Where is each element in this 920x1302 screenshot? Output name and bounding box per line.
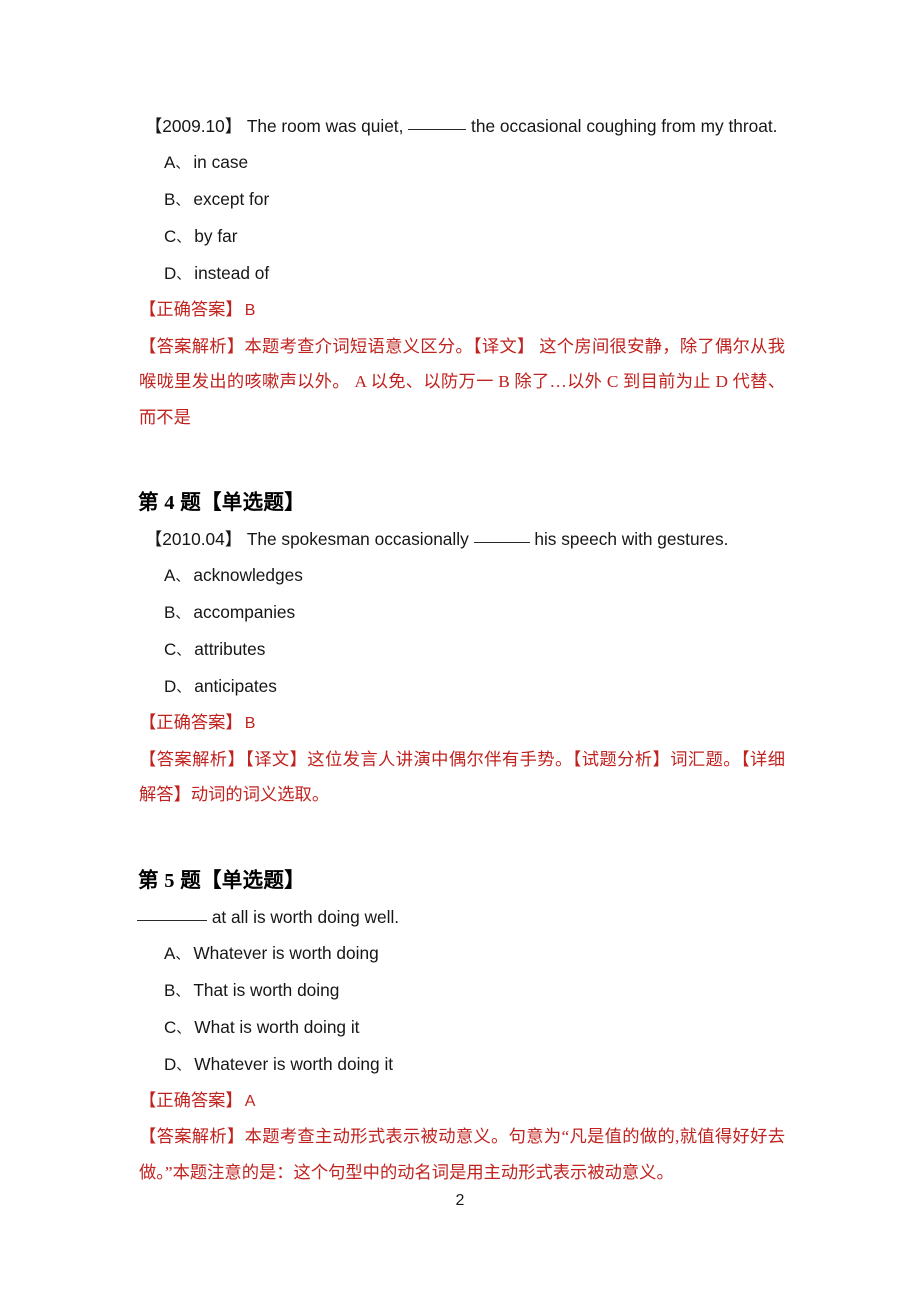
option-text-d-4: anticipates: [194, 676, 277, 696]
section-gap-2: [137, 813, 785, 863]
option-separator-d-3: 、: [176, 266, 191, 282]
answer-analysis-5: 【答案解析】本题考查主动形式表示被动意义。句意为“凡是值的做的,就值得好好去做。…: [139, 1127, 785, 1182]
option-item-a-3[interactable]: A、 in case: [137, 144, 785, 181]
correct-answer-letter-4: B: [244, 715, 256, 732]
question-stem-text-after-4: his speech with gestures.: [534, 529, 729, 549]
question-stem-text-before-3: The room was quiet,: [246, 116, 404, 136]
option-item-b-5[interactable]: B、 That is worth doing: [137, 972, 785, 1009]
answer-analysis-4: 【答案解析】【译文】这位发言人讲演中偶尔伴有手势。【试题分析】词汇题。【详细解答…: [139, 749, 785, 805]
option-letter-d-3: D: [164, 264, 177, 283]
correct-answer-label-5: 【正确答案】: [139, 1090, 243, 1110]
option-text-a-5: Whatever is worth doing: [193, 942, 379, 963]
option-separator-a-3: 、: [175, 155, 190, 171]
question-block-5: 第 5 题【单选题】 at all is worth doing well. A…: [137, 863, 785, 1191]
question-stem-text-after-5: at all is worth doing well.: [211, 906, 400, 927]
option-letter-d-4: D: [164, 677, 177, 696]
section-gap-1: [137, 435, 785, 485]
option-text-d-3: instead of: [194, 263, 270, 283]
option-item-a-4[interactable]: A、 acknowledges: [137, 557, 785, 594]
option-letter-b-5: B: [164, 980, 176, 1000]
option-letter-a-3: A: [164, 153, 176, 172]
question-heading-4: 第 4 题【单选题】: [138, 492, 305, 514]
answer-blank-3: [408, 129, 467, 130]
option-item-d-5[interactable]: D、 Whatever is worth doing it: [137, 1046, 785, 1083]
correct-answer-4: 【正确答案】 B: [137, 705, 785, 742]
option-letter-c-3: C: [164, 227, 177, 246]
option-text-b-5: That is worth doing: [193, 979, 340, 1000]
question-block-3: 【2009.10】 The room was quiet, the occasi…: [137, 108, 785, 435]
options-list-4: A、 acknowledges B、 accompanies C、 attribute…: [137, 557, 785, 705]
option-text-d-5: Whatever is worth doing it: [194, 1053, 394, 1074]
option-letter-a-4: A: [164, 566, 176, 585]
correct-answer-letter-3: B: [244, 302, 256, 319]
option-text-b-4: accompanies: [193, 602, 296, 622]
question-source-tag-4: 【2010.04】: [145, 529, 243, 549]
option-separator-b-4: 、: [175, 605, 190, 621]
option-separator-c-4: 、: [176, 642, 191, 658]
options-list-5: A、 Whatever is worth doing B、 That is wort…: [137, 935, 785, 1083]
question-block-4: 第 4 题【单选题】 【2010.04】 The spokesman occas…: [137, 485, 785, 813]
option-separator-a-4: 、: [175, 568, 190, 584]
correct-answer-5: 【正确答案】 A: [137, 1083, 785, 1120]
option-letter-b-4: B: [164, 603, 176, 622]
option-separator-d-5: 、: [176, 1056, 191, 1073]
question-stem-text-after-3: the occasional coughing from my throat.: [471, 116, 778, 136]
option-text-a-3: in case: [193, 152, 249, 172]
question-heading-5: 第 5 题【单选题】: [138, 869, 305, 892]
question-source-tag-3: 【2009.10】: [145, 116, 243, 136]
page-number: 2: [455, 1192, 465, 1209]
answer-blank-4: [473, 542, 530, 543]
correct-answer-label-4: 【正确答案】: [139, 713, 243, 732]
option-letter-c-4: C: [164, 640, 177, 659]
option-item-c-3[interactable]: C、 by far: [137, 218, 785, 255]
option-separator-c-3: 、: [176, 229, 191, 245]
option-separator-b-3: 、: [175, 192, 190, 208]
option-text-c-4: attributes: [194, 639, 266, 659]
option-item-b-4[interactable]: B、 accompanies: [137, 594, 785, 631]
question-stem-3: 【2009.10】 The room was quiet, the occasi…: [137, 108, 785, 144]
option-separator-a-5: 、: [175, 945, 190, 962]
option-text-c-3: by far: [194, 226, 238, 246]
question-stem-text-before-4: The spokesman occasionally: [246, 529, 469, 549]
option-item-c-4[interactable]: C、 attributes: [137, 631, 785, 668]
option-text-a-4: acknowledges: [193, 565, 303, 585]
option-separator-c-5: 、: [176, 1019, 191, 1036]
option-item-d-3[interactable]: D、 instead of: [137, 255, 785, 292]
question-stem-5: at all is worth doing well.: [137, 899, 785, 935]
page-content: 【2009.10】 The room was quiet, the occasi…: [137, 108, 785, 1190]
option-text-b-3: except for: [193, 189, 270, 209]
option-item-b-3[interactable]: B、 except for: [137, 181, 785, 218]
document-page: 【2009.10】 The room was quiet, the occasi…: [0, 0, 920, 1302]
option-letter-a-5: A: [164, 943, 176, 963]
question-stem-4: 【2010.04】 The spokesman occasionally his…: [137, 521, 785, 557]
option-separator-d-4: 、: [176, 679, 191, 695]
answer-analysis-3: 【答案解析】本题考查介词短语意义区分。【译文】 这个房间很安静，除了偶尔从我喉咙…: [139, 336, 785, 427]
option-letter-d-5: D: [164, 1054, 177, 1074]
option-item-c-5[interactable]: C、 What is worth doing it: [137, 1009, 785, 1046]
correct-answer-3: 【正确答案】 B: [137, 292, 785, 329]
option-item-a-5[interactable]: A、 Whatever is worth doing: [137, 935, 785, 972]
correct-answer-label-3: 【正确答案】: [139, 300, 243, 319]
correct-answer-letter-5: A: [244, 1092, 256, 1110]
options-list-3: A、 in case B、 except for C、 by far D、 instea…: [137, 144, 785, 292]
option-letter-c-5: C: [164, 1017, 177, 1037]
answer-blank-5: [137, 919, 207, 921]
option-separator-b-5: 、: [175, 982, 190, 999]
option-letter-b-3: B: [164, 190, 176, 209]
option-item-d-4[interactable]: D、 anticipates: [137, 668, 785, 705]
option-text-c-5: What is worth doing it: [194, 1016, 360, 1037]
